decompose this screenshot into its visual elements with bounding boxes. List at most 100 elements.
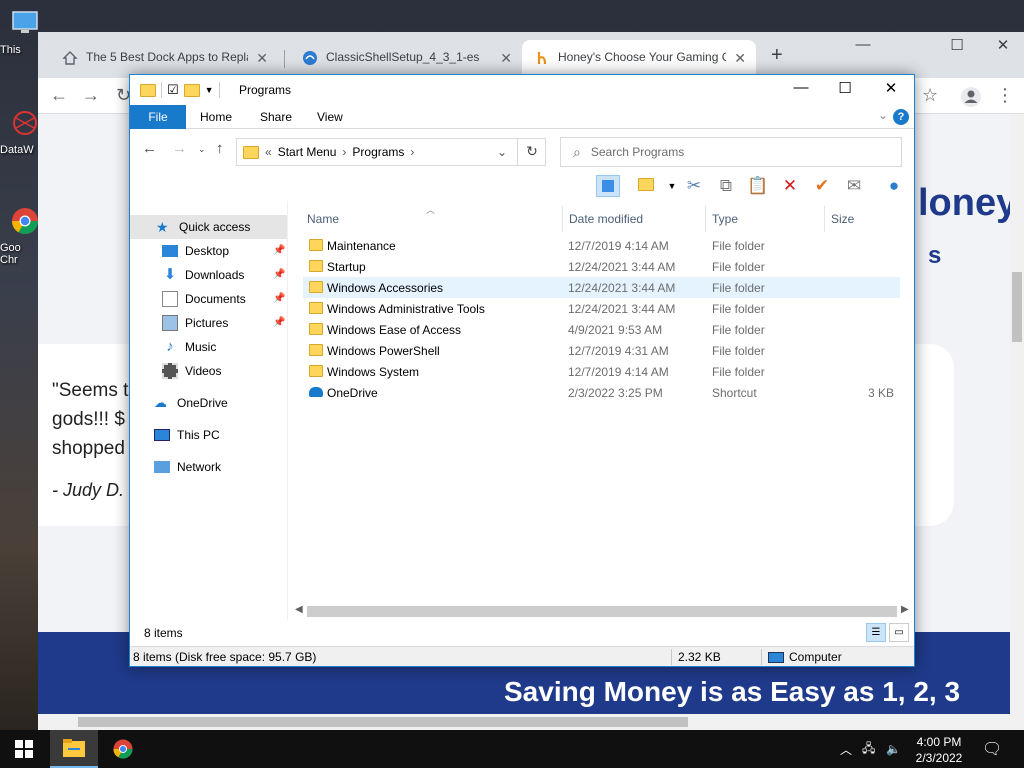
file-row[interactable]: OneDrive 2/3/2022 3:25 PM Shortcut 3 KB [303,382,900,403]
menu-icon[interactable]: ⋮ [996,85,1014,106]
notifications-icon[interactable]: 🗨 [982,730,1002,768]
expand-ribbon-icon[interactable]: ⌄ [878,108,888,122]
nav-documents[interactable]: Documents [162,287,246,311]
breadcrumb-chevron-icon[interactable]: › [410,145,414,159]
minimize-button[interactable]: — [840,36,886,53]
back-arrow-icon[interactable]: ← [142,140,157,157]
delete-icon[interactable]: ✕ [778,175,802,197]
ribbon-tab-home[interactable]: Home [200,105,232,129]
customize-toolbar-icon[interactable]: ▼ [205,85,214,95]
scrollbar-thumb[interactable] [307,606,897,617]
search-icon: ⌕ [573,143,581,160]
nav-quick-access[interactable]: ★ Quick access [130,215,287,239]
browser-tab-classicshell[interactable]: ClassicShellSetup_4_3_1-es ✕ [290,40,522,78]
profile-avatar-icon[interactable] [960,86,982,108]
forward-arrow-icon[interactable]: → [172,140,187,157]
file-row[interactable]: Windows Administrative Tools 12/24/2021 3… [303,298,900,319]
column-header-name[interactable]: Name [300,206,562,232]
scroll-right-icon[interactable]: ▶ [901,604,909,615]
dropdown-icon[interactable]: ▼ [660,175,684,197]
file-row[interactable]: Startup 12/24/2021 3:44 AM File folder [303,256,900,277]
system-clock[interactable]: 4:00 PM 2/3/2022 [906,734,972,766]
page-vertical-scrollbar[interactable] [1010,114,1024,730]
nav-network[interactable]: Network [154,455,221,479]
page-horizontal-scrollbar[interactable] [38,714,1010,730]
explorer-close-button[interactable]: ✕ [868,79,914,97]
file-date-cell: 12/24/2021 3:44 AM [568,260,676,274]
file-row[interactable]: Maintenance 12/7/2019 4:14 AM File folder [303,235,900,256]
star-icon: ★ [156,219,169,235]
taskbar-file-explorer[interactable] [50,730,98,768]
volume-muted-icon[interactable]: 🔈 [886,730,901,768]
overflow-chevron-icon[interactable]: « [265,145,272,159]
file-list-horizontal-scrollbar[interactable]: ◀ ▶ [291,603,913,619]
nav-this-pc[interactable]: This PC [154,423,220,447]
up-arrow-icon[interactable]: ↑ [216,140,224,157]
explorer-maximize-button[interactable]: ☐ [822,79,868,97]
search-placeholder: Search Programs [590,145,685,159]
file-row[interactable]: Windows Accessories 12/24/2021 3:44 AM Fil… [303,277,900,298]
scrollbar-thumb[interactable] [1012,272,1022,342]
globe-icon[interactable]: ● [882,175,906,197]
file-size-cell: 3 KB [867,386,894,400]
nav-onedrive[interactable]: ☁ OneDrive [154,391,228,415]
start-button[interactable] [0,730,48,768]
desktop-icon-chrome[interactable]: Goo Chr [0,206,40,266]
recent-locations-icon[interactable]: ⌄ [198,144,206,155]
star-icon[interactable]: ☆ [922,85,938,106]
navigation-pane-icon[interactable] [596,175,620,197]
file-name-cell: Startup [327,260,366,274]
scroll-left-icon[interactable]: ◀ [295,604,303,615]
file-row[interactable]: Windows PowerShell 12/7/2019 4:31 AM File … [303,340,900,361]
divider [761,649,762,665]
datawrapper-icon [13,111,37,135]
nav-music[interactable]: ♪ Music [162,335,216,359]
properties-check-icon[interactable]: ✔ [810,175,834,197]
folder-icon [309,344,323,359]
desktop-icon-this-pc[interactable]: This [0,8,40,56]
close-button[interactable]: ✕ [980,36,1024,54]
file-row[interactable]: Windows Ease of Access 4/9/2021 9:53 AM Fi… [303,319,900,340]
search-input[interactable]: ⌕ Search Programs [560,137,902,167]
breadcrumb-start-menu[interactable]: Start Menu [278,145,337,159]
file-row[interactable]: Windows System 12/7/2019 4:14 AM File fold… [303,361,900,382]
nav-downloads[interactable]: ⬇ Downloads [162,263,245,287]
breadcrumb-programs[interactable]: Programs [352,145,404,159]
address-dropdown-icon[interactable]: ⌄ [497,145,507,159]
forward-arrow-icon[interactable]: → [82,85,100,106]
breadcrumb-chevron-icon[interactable]: › [342,145,346,159]
browser-tab-honey[interactable]: Honey's Choose Your Gaming C ✕ [522,40,756,78]
new-folder-icon[interactable] [183,83,200,97]
desktop-icon-datawrapper[interactable]: DataW [0,108,40,156]
nav-desktop[interactable]: Desktop [162,239,229,263]
back-arrow-icon[interactable]: ← [50,85,68,106]
refresh-icon[interactable]: ↻ [517,138,546,166]
address-bar[interactable]: « Start Menu › Programs › ⌄ [236,138,546,166]
details-view-icon[interactable]: ☰ [866,623,886,642]
column-header-date[interactable]: Date modified [562,206,705,232]
cut-icon[interactable]: ✂ [682,175,706,197]
properties-icon[interactable]: ☑ [167,82,179,98]
taskbar-chrome[interactable] [99,730,147,768]
email-icon[interactable]: ✉ [842,175,866,197]
copy-icon[interactable]: ⧉ [714,175,738,197]
music-note-icon: ♪ [166,338,174,355]
help-icon[interactable]: ? [893,109,909,125]
large-icons-view-icon[interactable]: ▭ [889,623,909,642]
nav-pictures[interactable]: Pictures [162,311,228,335]
column-header-size[interactable]: Size [824,206,904,232]
network-status-icon[interactable]: 🖧 [862,730,875,768]
column-header-type[interactable]: Type [705,206,824,232]
ribbon-tab-view[interactable]: View [317,105,343,129]
paste-icon[interactable]: 📋 [746,175,770,197]
explorer-minimize-button[interactable]: — [778,79,824,96]
nav-videos[interactable]: Videos [162,359,221,383]
ribbon-tab-file[interactable]: File [130,105,186,129]
scrollbar-thumb[interactable] [78,717,688,727]
new-tab-button[interactable]: + [771,44,783,67]
folder-options-icon[interactable] [634,175,658,197]
ribbon-tab-share[interactable]: Share [260,105,292,129]
browser-tab-dock-apps[interactable]: The 5 Best Dock Apps to Replace ✕ [50,40,278,78]
maximize-button[interactable]: ☐ [934,36,980,54]
show-hidden-icons-chevron[interactable]: ︿ [840,730,852,768]
